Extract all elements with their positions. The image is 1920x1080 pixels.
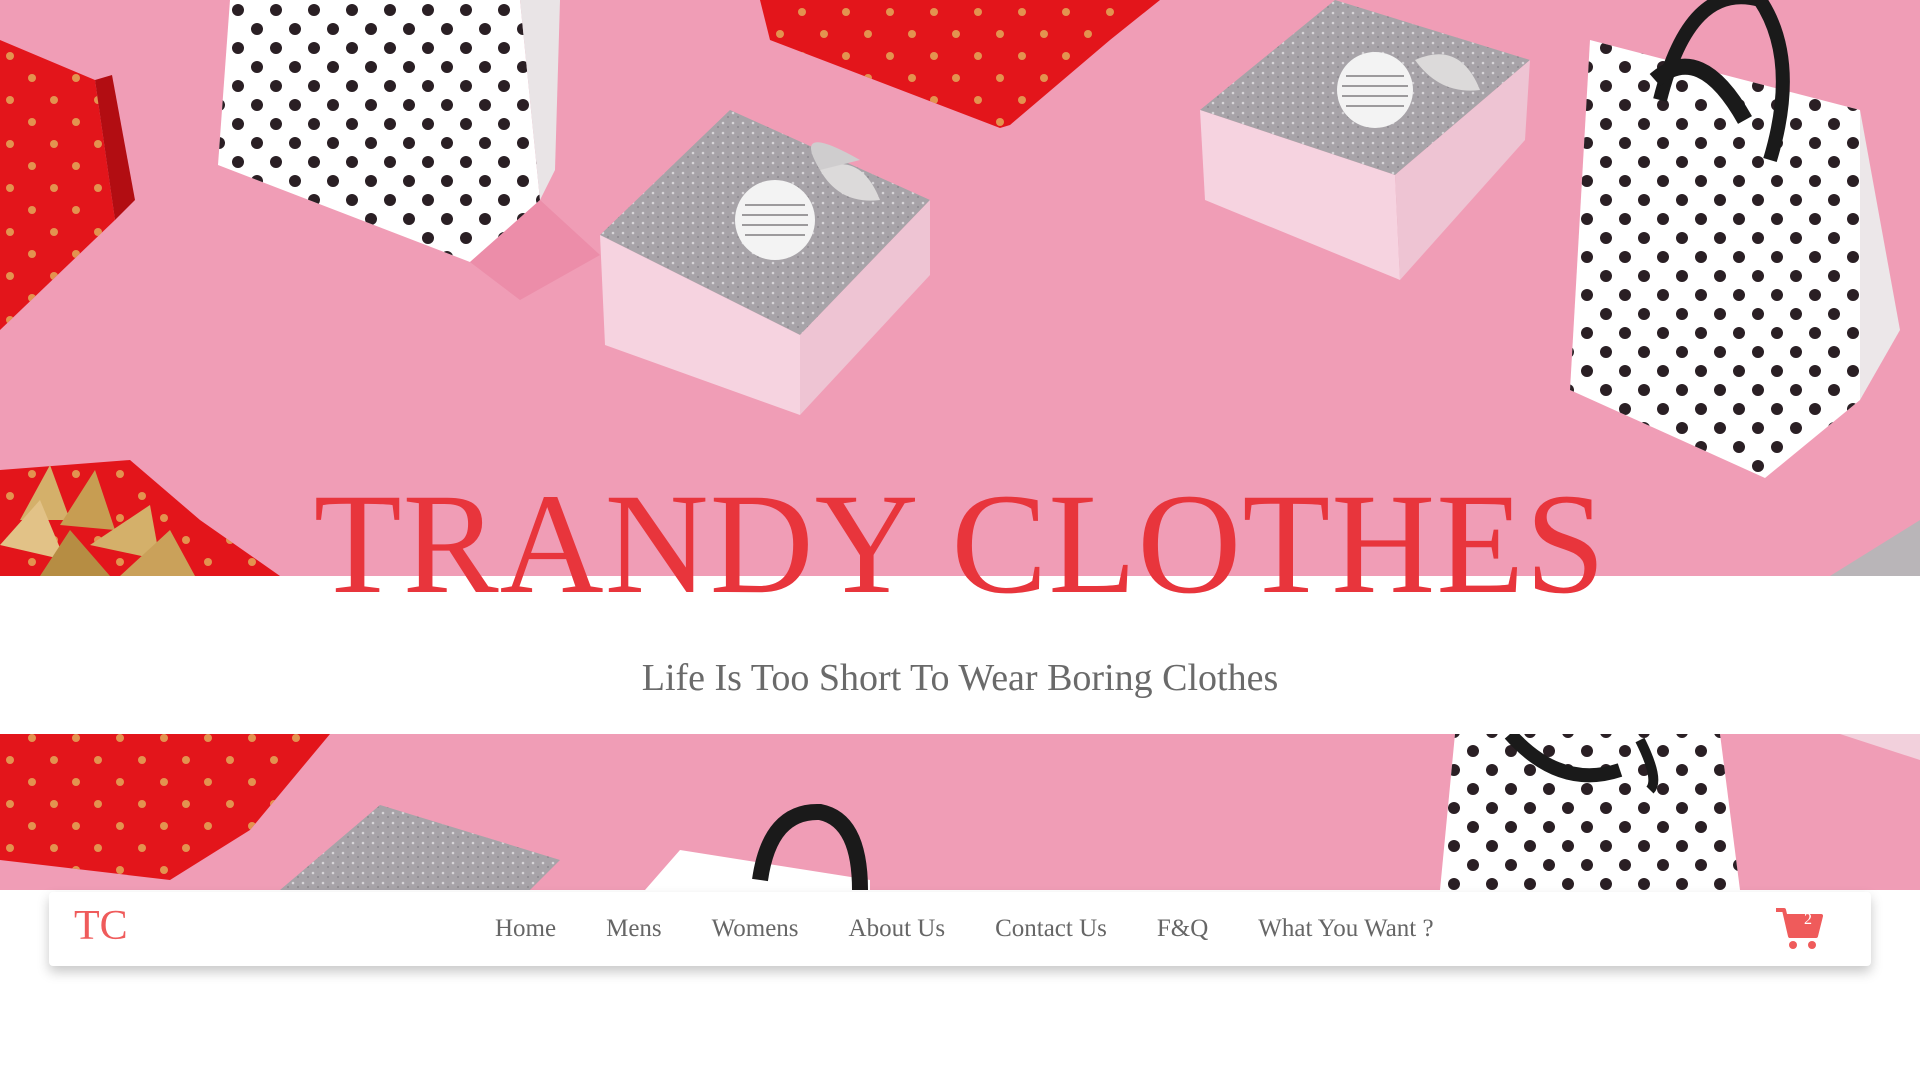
red-gift-box-top-left bbox=[0, 40, 135, 330]
silver-gift-box-bottom bbox=[280, 805, 560, 890]
red-gift-box-bottom-left bbox=[0, 734, 330, 880]
polka-dot-bag-top-left bbox=[218, 0, 600, 300]
hero-background-image bbox=[0, 0, 1920, 890]
nav-link-home[interactable]: Home bbox=[495, 915, 556, 943]
polka-dot-bag-bottom-right bbox=[1440, 729, 1740, 890]
silver-gift-box-top-right bbox=[1200, 0, 1530, 280]
nav-link-womens[interactable]: Womens bbox=[712, 915, 799, 943]
red-gift-box-top-center bbox=[760, 0, 1160, 128]
nav-link-about-us[interactable]: About Us bbox=[849, 915, 946, 943]
nav-link-contact-us[interactable]: Contact Us bbox=[995, 915, 1107, 943]
hero-subtitle: Life Is Too Short To Wear Boring Clothes bbox=[641, 657, 1279, 699]
cart-count-badge: 2 bbox=[1804, 911, 1812, 928]
nav-link-what-you-want[interactable]: What You Want ? bbox=[1258, 915, 1433, 943]
cart-button[interactable]: 2 bbox=[1774, 906, 1824, 952]
nav-links: Home Mens Womens About Us Contact Us F&Q… bbox=[495, 892, 1484, 966]
hero-title: TRANDY CLOTHES bbox=[313, 465, 1607, 624]
nav-link-mens[interactable]: Mens bbox=[606, 915, 662, 943]
site-logo[interactable]: TC bbox=[74, 902, 128, 950]
hero-banner: TRANDY CLOTHES Life Is Too Short To Wear… bbox=[0, 0, 1920, 890]
navbar: TC Home Mens Womens About Us Contact Us … bbox=[49, 892, 1871, 966]
nav-link-fq[interactable]: F&Q bbox=[1157, 915, 1208, 943]
bag-handle-bottom-center bbox=[645, 803, 870, 890]
silver-gift-box-center bbox=[600, 110, 930, 415]
polka-dot-bag-right bbox=[1570, 0, 1900, 478]
shopping-cart-icon bbox=[1776, 908, 1823, 949]
